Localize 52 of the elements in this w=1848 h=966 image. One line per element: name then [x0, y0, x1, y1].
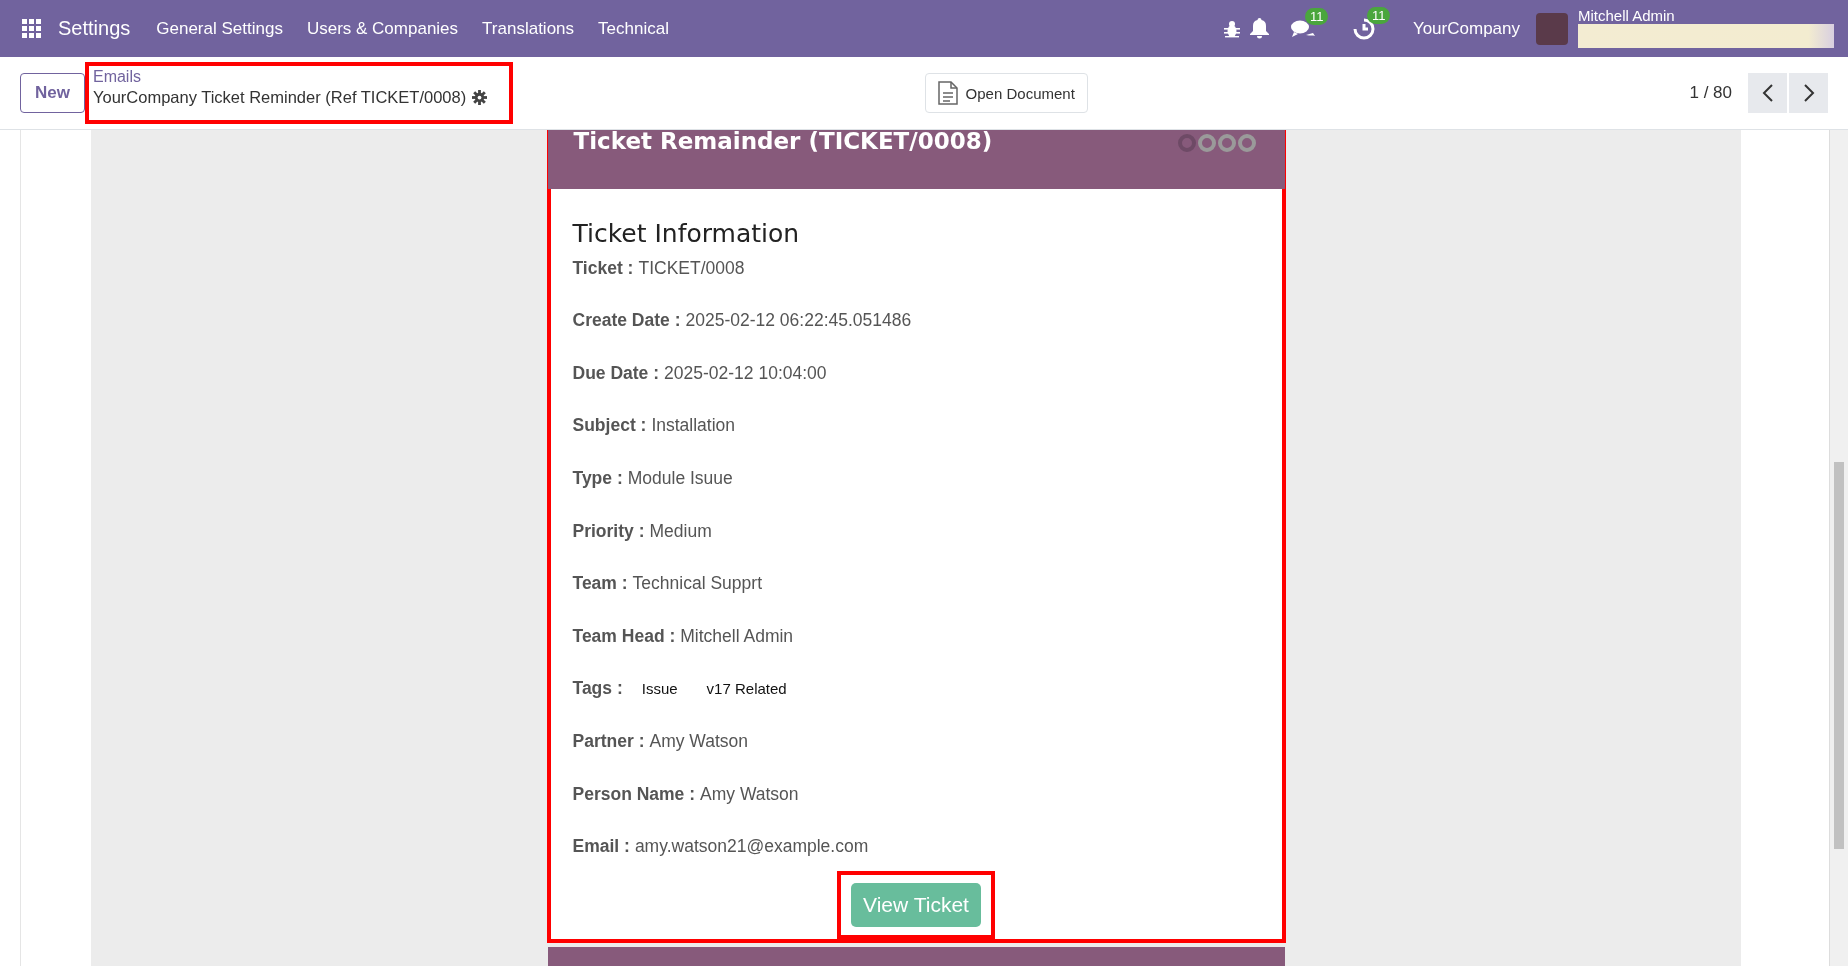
- company-name[interactable]: YourCompany: [1412, 18, 1520, 39]
- bell-icon[interactable]: [1249, 18, 1269, 39]
- activity-count-badge: 11: [1366, 6, 1391, 24]
- user-name[interactable]: Mitchell Admin: [1578, 8, 1834, 24]
- breadcrumb-link[interactable]: Emails: [92, 68, 505, 86]
- field-value: Amy Watson: [649, 731, 748, 752]
- tag: Issue: [641, 678, 678, 698]
- chevron-right-icon: [1802, 84, 1815, 102]
- tag: v17 Related: [706, 678, 787, 698]
- open-document-button[interactable]: Open Document: [924, 73, 1088, 113]
- field-label: Email :: [572, 836, 630, 858]
- chevron-left-icon: [1761, 84, 1774, 102]
- message-count-badge: 11: [1304, 7, 1329, 25]
- email-title: Ticket Remainder (TICKET/0008): [573, 130, 993, 153]
- app-title[interactable]: Settings: [58, 17, 131, 40]
- field-value: Technical Supprt: [632, 573, 762, 595]
- pager-counter: 1 / 80: [1689, 83, 1732, 103]
- menu-item[interactable]: Translations: [482, 18, 575, 39]
- menu-item[interactable]: General Settings: [156, 18, 283, 39]
- field-label: Priority :: [572, 520, 645, 542]
- field-value: amy.watson21@example.com: [634, 836, 869, 858]
- field-label: Ticket :: [572, 257, 634, 279]
- field-value: Amy Watson: [700, 783, 799, 805]
- gear-icon[interactable]: [472, 89, 488, 105]
- document-icon: [937, 81, 958, 105]
- record-title: YourCompany Ticket Reminder (Ref TICKET/0008): [92, 87, 467, 108]
- new-button[interactable]: New: [20, 73, 85, 113]
- field-value: Mitchell Admin: [680, 625, 794, 647]
- field-label: Partner :: [572, 731, 645, 752]
- section-heading: Ticket Information: [572, 218, 801, 248]
- bug-icon[interactable]: [1223, 19, 1240, 38]
- field-label: Type :: [572, 468, 623, 489]
- field-label: Person Name :: [572, 783, 696, 805]
- field-label: Create Date :: [572, 310, 681, 332]
- field-value: TICKET/0008: [638, 257, 745, 279]
- logo-icon: [1176, 132, 1259, 154]
- field-value: 2025-02-12 06:22:45.051486: [685, 310, 912, 332]
- field-value: 2025-02-12 10:04:00: [664, 362, 827, 384]
- field-value: Medium: [649, 520, 712, 542]
- app-grid-icon[interactable]: [22, 18, 42, 39]
- field-label: Team :: [572, 573, 628, 595]
- field-label: Team Head :: [572, 625, 676, 647]
- field-value: Module Isuue: [627, 468, 733, 489]
- previous-button[interactable]: [1748, 73, 1787, 113]
- field-label: Tags :: [572, 678, 623, 700]
- field-label: Due Date :: [572, 362, 660, 384]
- field-label: Subject :: [572, 415, 647, 437]
- field-value: Installation: [651, 415, 736, 437]
- next-button[interactable]: [1789, 73, 1828, 113]
- menu-item[interactable]: Users & Companies: [306, 18, 459, 39]
- menu-item[interactable]: Technical: [598, 18, 669, 39]
- clock-icon[interactable]: [1352, 17, 1375, 40]
